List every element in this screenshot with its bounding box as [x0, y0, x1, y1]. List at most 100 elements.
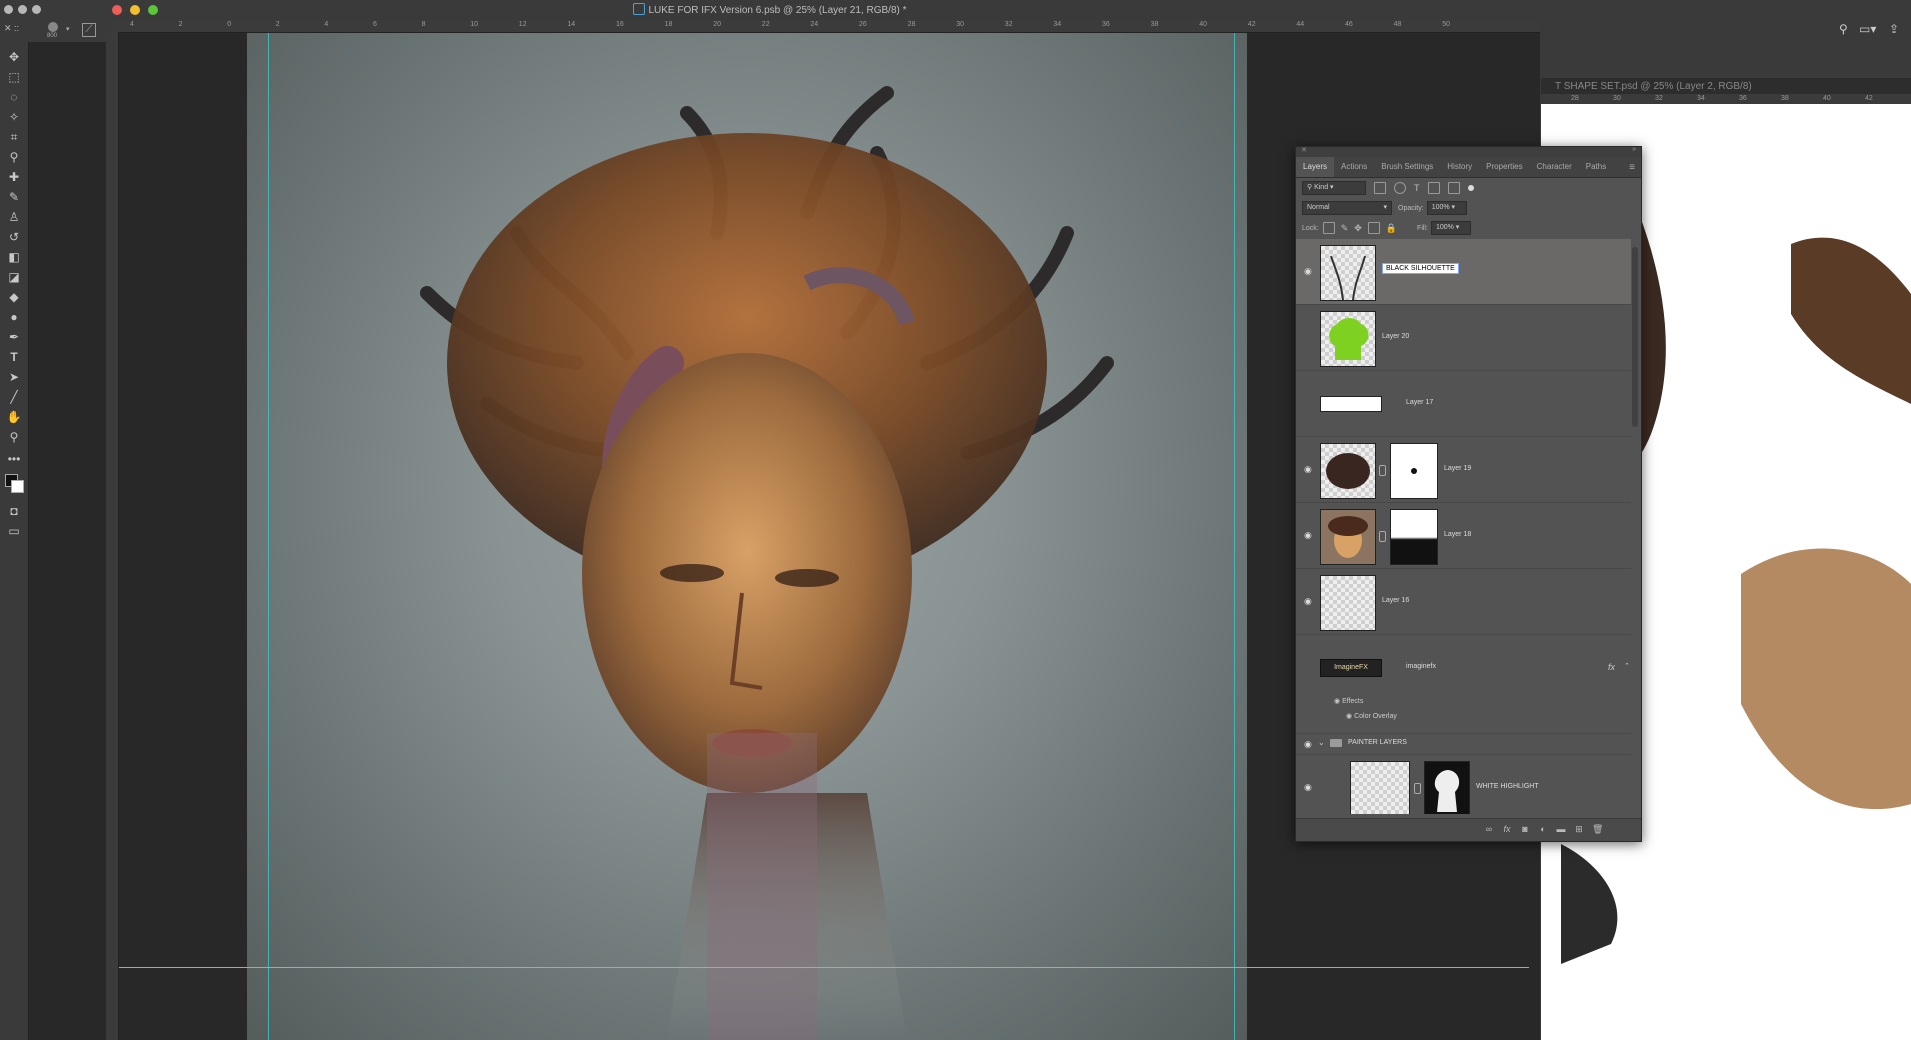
panel-close-icon[interactable]: ✕ — [1301, 146, 1307, 154]
trash-icon[interactable]: 🗑 — [1592, 824, 1603, 834]
mask-link-icon[interactable] — [1379, 465, 1386, 476]
group-row[interactable]: ◉ ⌄ PAINTER LAYERS — [1296, 734, 1631, 755]
filter-pixel-icon[interactable] — [1374, 182, 1386, 194]
new-group-icon[interactable]: ▬ — [1556, 824, 1566, 834]
chevron-down-icon[interactable]: ▾ — [66, 25, 70, 33]
adjustment-layer-icon[interactable]: ◐ — [1538, 824, 1548, 834]
eraser-icon[interactable]: ◧ — [5, 250, 23, 264]
lock-artboard-icon[interactable] — [1367, 222, 1380, 234]
chevron-down-icon[interactable]: ⌄ — [1318, 738, 1325, 747]
line-tool-icon[interactable]: ╱ — [5, 390, 23, 404]
doc2-tab[interactable]: T SHAPE SET.psd @ 25% (Layer 2, RGB/8) — [1541, 78, 1911, 94]
mask-link-icon[interactable] — [1414, 783, 1421, 794]
blur-tool-icon[interactable]: ◆ — [5, 290, 23, 304]
share-icon[interactable]: ⇪ — [1889, 22, 1899, 36]
link-layers-icon[interactable]: ∞ — [1484, 824, 1494, 834]
type-tool-icon[interactable]: T — [5, 350, 23, 364]
fill-field[interactable]: 100% ▾ — [1430, 221, 1471, 235]
effects-row[interactable]: ◉ Effects — [1334, 697, 1363, 705]
magic-wand-icon[interactable]: ✧ — [5, 110, 23, 124]
lock-paint-icon[interactable]: ✎ — [1341, 223, 1349, 234]
tab-layers[interactable]: Layers — [1296, 157, 1335, 177]
lock-all-icon[interactable]: 🔒 — [1386, 223, 1397, 234]
color-swatches[interactable] — [5, 474, 24, 498]
layer-mask-thumbnail[interactable] — [1424, 761, 1470, 814]
lasso-tool-icon[interactable]: ◌ — [5, 90, 23, 104]
paint-bucket-icon[interactable]: ◪ — [5, 270, 23, 284]
layer-row[interactable]: ◉ Layer 19 — [1296, 437, 1631, 503]
screen-mode-icon[interactable]: ▭ — [5, 524, 23, 538]
tab-properties[interactable]: Properties — [1479, 157, 1529, 177]
path-selection-icon[interactable]: ➤ — [5, 370, 23, 384]
layer-row[interactable]: ◉ Layer 16 — [1296, 569, 1631, 635]
layer-mask-thumbnail[interactable] — [1390, 443, 1438, 499]
artwork[interactable] — [247, 33, 1247, 1040]
brush-tool-icon[interactable]: ✎ — [5, 190, 23, 204]
layer-fx-icon[interactable]: fx — [1608, 662, 1615, 672]
brush-settings-icon[interactable]: ⟋ — [82, 23, 96, 37]
fill-label: Fill: — [1417, 224, 1428, 232]
layer-mask-thumbnail[interactable] — [1390, 509, 1438, 565]
eye-hidden-icon[interactable] — [1304, 332, 1314, 342]
workspace-icon[interactable]: ▭▾ — [1859, 22, 1876, 36]
layer-row[interactable]: ◉ WHITE HIGHLIGHT — [1296, 755, 1631, 814]
brush-preset-icon[interactable] — [48, 22, 58, 32]
top-right-controls: ⚲ ▭▾ ⇪ — [1835, 20, 1911, 42]
opacity-field[interactable]: 100% ▾ — [1426, 201, 1467, 215]
search-icon[interactable]: ⚲ — [1839, 22, 1848, 36]
eye-icon[interactable]: ◉ — [1304, 782, 1314, 792]
panel-collapse-icon[interactable]: » — [1632, 146, 1636, 153]
chevron-up-icon[interactable]: ⌃ — [1624, 662, 1630, 670]
filter-kind-select[interactable]: ⚲ Kind ▾ — [1302, 181, 1366, 195]
clone-stamp-icon[interactable]: ♙ — [5, 210, 23, 224]
lock-position-icon[interactable]: ✥ — [1354, 223, 1362, 234]
background-color[interactable] — [11, 480, 24, 493]
history-brush-icon[interactable]: ↺ — [5, 230, 23, 244]
blend-mode-select[interactable]: Normal ▾ — [1302, 201, 1392, 215]
crop-tool-icon[interactable]: ⌗ — [5, 130, 23, 144]
filter-shape-icon[interactable] — [1427, 182, 1440, 194]
layer-row[interactable]: Layer 17 — [1296, 371, 1631, 437]
layer-row[interactable]: ◉ BLACK SILHOUETTE — [1296, 239, 1631, 305]
new-layer-icon[interactable]: ⊞ — [1574, 824, 1584, 834]
panel-menu-icon[interactable]: ≡ — [1629, 162, 1635, 173]
filter-smart-object-icon[interactable] — [1447, 182, 1460, 194]
move-tool-icon[interactable]: ✥ — [5, 50, 23, 64]
tab-character[interactable]: Character — [1530, 157, 1579, 177]
hand-tool-icon[interactable]: ✋ — [5, 410, 23, 424]
dodge-tool-icon[interactable]: ● — [5, 310, 23, 324]
eyedropper-icon[interactable]: ⚲ — [5, 150, 23, 164]
tab-actions[interactable]: Actions — [1334, 157, 1374, 177]
mask-link-icon[interactable] — [1379, 531, 1386, 542]
tab-brush-settings[interactable]: Brush Settings — [1374, 157, 1440, 177]
filter-toggle-icon[interactable] — [1467, 185, 1474, 191]
quick-mask-icon[interactable]: ◘ — [5, 504, 23, 518]
marquee-tool-icon[interactable]: ⬚ — [5, 70, 23, 84]
eye-icon[interactable]: ◉ — [1304, 266, 1314, 276]
lock-transparent-icon[interactable] — [1322, 222, 1335, 234]
eye-hidden-icon[interactable] — [1304, 398, 1314, 408]
layer-row[interactable]: ImagineFX imaginefx fx ⌃ ◉ Effects ◉ Col… — [1296, 635, 1631, 734]
close-panels-icon[interactable]: ✕ :: — [4, 23, 19, 34]
pen-tool-icon[interactable]: ✒ — [5, 330, 23, 344]
tab-history[interactable]: History — [1440, 157, 1479, 177]
eye-hidden-icon[interactable] — [1304, 662, 1314, 672]
healing-brush-icon[interactable]: ✚ — [5, 170, 23, 184]
eye-icon[interactable]: ◉ — [1304, 530, 1314, 540]
layer-name-edit-field[interactable]: BLACK SILHOUETTE — [1382, 263, 1459, 274]
eye-icon[interactable]: ◉ — [1304, 739, 1314, 749]
layer-row[interactable]: ◉ Layer 18 — [1296, 503, 1631, 569]
more-tools-icon[interactable]: ••• — [5, 452, 23, 466]
eye-icon[interactable]: ◉ — [1304, 596, 1314, 606]
layer-row[interactable]: Layer 20 — [1296, 305, 1631, 371]
add-mask-icon[interactable]: ◙ — [1520, 824, 1530, 834]
tab-paths[interactable]: Paths — [1579, 157, 1613, 177]
filter-type-icon[interactable]: T — [1414, 183, 1420, 193]
eye-icon[interactable]: ◉ — [1304, 464, 1314, 474]
layer-list-scrollbar[interactable] — [1632, 247, 1638, 427]
fx-icon[interactable]: fx — [1502, 824, 1512, 834]
ruler-tick-label: 44 — [1296, 21, 1305, 28]
color-overlay-row[interactable]: ◉ Color Overlay — [1346, 712, 1397, 720]
filter-adjustment-icon[interactable] — [1394, 182, 1406, 194]
zoom-tool-icon[interactable]: ⚲ — [5, 430, 23, 444]
